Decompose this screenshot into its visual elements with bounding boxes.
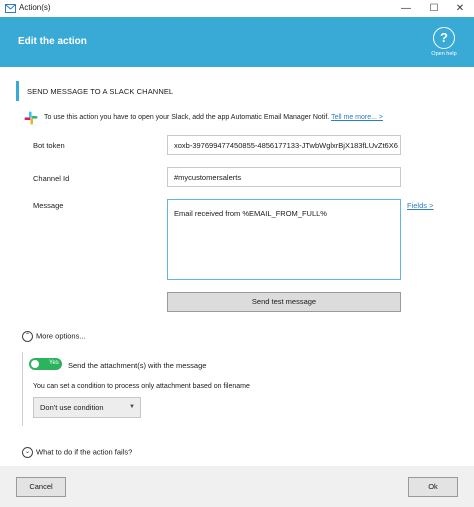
action-fails-label: What to do if the action fails? bbox=[36, 447, 133, 457]
bot-token-label: Bot token bbox=[33, 141, 65, 150]
condition-label: You can set a condition to process only … bbox=[33, 383, 250, 390]
maximize-icon[interactable]: ☐ bbox=[420, 0, 448, 17]
slack-icon bbox=[24, 111, 38, 125]
minimize-icon[interactable]: — bbox=[392, 0, 420, 17]
attachment-toggle-label: Send the attachment(s) with the message bbox=[68, 361, 207, 370]
condition-value: Don't use condition bbox=[40, 403, 104, 412]
attachment-toggle[interactable]: Yes bbox=[29, 358, 62, 370]
footer-bar bbox=[0, 466, 474, 507]
toggle-text: Yes bbox=[49, 360, 59, 366]
message-textarea[interactable]: Email received from %EMAIL_FROM_FULL% bbox=[167, 199, 401, 280]
channel-id-input[interactable]: #mycustomersalerts bbox=[167, 167, 401, 187]
toggle-knob bbox=[31, 360, 39, 368]
page-title: Edit the action bbox=[18, 36, 87, 47]
more-options-label: More options... bbox=[36, 331, 86, 341]
ok-button[interactable]: Ok bbox=[408, 477, 458, 497]
app-icon bbox=[5, 4, 16, 13]
cancel-button[interactable]: Cancel bbox=[16, 477, 66, 497]
bot-token-input[interactable]: xoxb-397699477450855-4856177133-JTwbWglx… bbox=[167, 135, 401, 155]
window-title: Action(s) bbox=[19, 3, 51, 12]
channel-id-label: Channel Id bbox=[33, 174, 70, 183]
options-divider bbox=[22, 352, 23, 426]
title-bar: Action(s) — ☐ ✕ bbox=[0, 0, 474, 17]
message-label: Message bbox=[33, 201, 64, 210]
chevron-down-icon: ⌄ bbox=[22, 447, 33, 458]
condition-select[interactable]: Don't use condition ▼ bbox=[33, 397, 141, 418]
action-fails-toggle[interactable]: ⌄ What to do if the action fails? bbox=[22, 447, 132, 458]
more-options-toggle[interactable]: ⌃ More options... bbox=[22, 331, 86, 342]
info-text: To use this action you have to open your… bbox=[44, 114, 383, 121]
chevron-up-icon: ⌃ bbox=[22, 331, 33, 342]
info-message: To use this action you have to open your… bbox=[44, 114, 330, 121]
help-label: Open help bbox=[431, 51, 457, 57]
close-icon[interactable]: ✕ bbox=[446, 0, 474, 17]
chevron-down-icon: ▼ bbox=[129, 404, 135, 410]
tell-me-more-link[interactable]: Tell me more... > bbox=[331, 114, 383, 121]
section-accent-bar bbox=[16, 81, 19, 101]
section-title: SEND MESSAGE TO A SLACK CHANNEL bbox=[27, 87, 174, 96]
open-help-button[interactable]: ? Open help bbox=[430, 27, 458, 57]
header-banner: Edit the action ? Open help bbox=[0, 17, 474, 67]
help-icon: ? bbox=[433, 27, 455, 49]
send-test-message-button[interactable]: Send test message bbox=[167, 292, 401, 312]
fields-link[interactable]: Fields > bbox=[407, 201, 433, 210]
